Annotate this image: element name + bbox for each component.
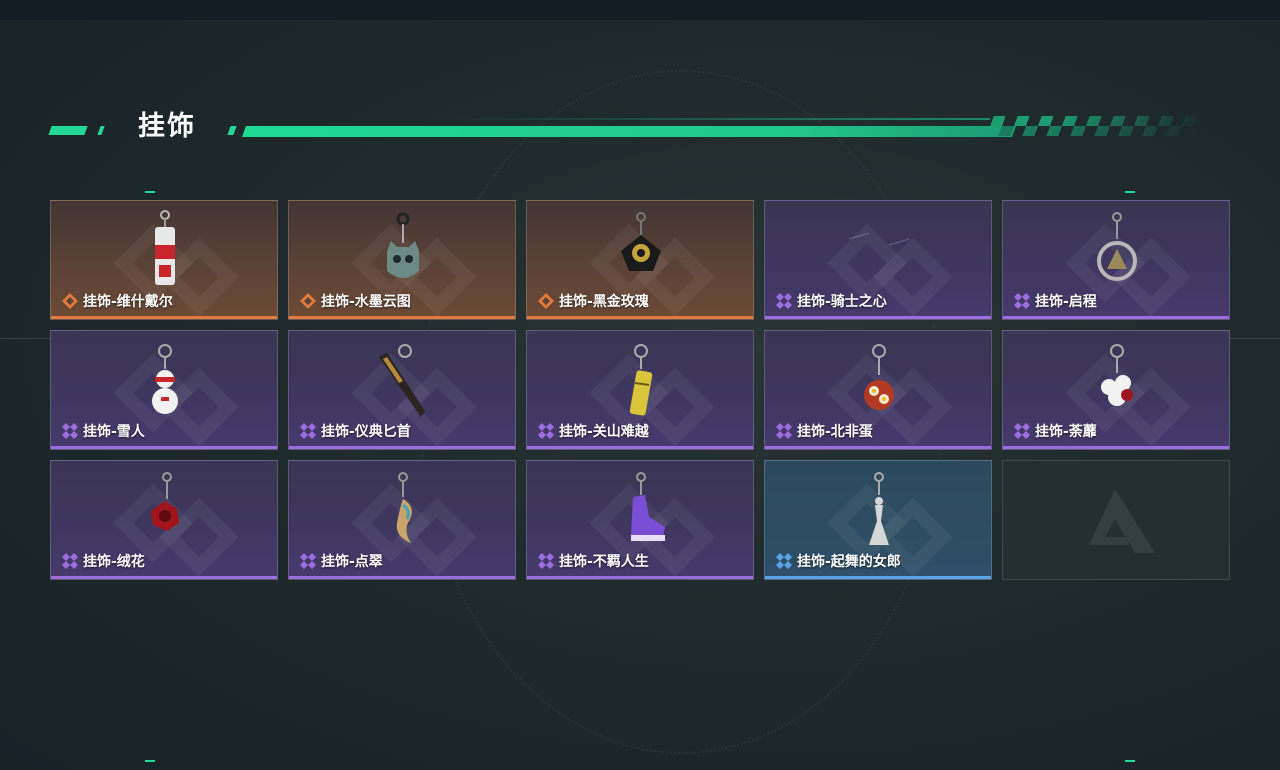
charm-label: 挂饰-关山难越 — [537, 421, 649, 441]
charm-name: 挂饰-起舞的女郎 — [797, 554, 901, 570]
charm-name: 挂饰-维什戴尔 — [83, 294, 173, 310]
header-accent — [48, 126, 88, 135]
corner-tick — [145, 760, 155, 762]
rarity-diamond-icon — [537, 422, 555, 440]
charm-card[interactable]: 挂饰-不羁人生 — [526, 460, 754, 580]
charm-name: 挂饰-启程 — [1035, 294, 1097, 310]
knight-heart-charm-icon — [849, 205, 909, 289]
rarity-diamond-icon — [61, 422, 79, 440]
charm-name: 挂饰-骑士之心 — [797, 294, 887, 310]
rarity-diamond-icon — [775, 422, 793, 440]
section-header: 挂饰 — [0, 110, 1280, 150]
charm-card[interactable]: 挂饰-起舞的女郎 — [764, 460, 992, 580]
charm-label: 挂饰-不羁人生 — [537, 551, 649, 571]
emblem-charm-icon — [1087, 205, 1147, 289]
rarity-diamond-icon — [1013, 292, 1031, 310]
charm-card[interactable]: 挂饰-启程 — [1002, 200, 1230, 320]
rarity-diamond-icon — [775, 552, 793, 570]
charm-card[interactable]: 挂饰-雪人 — [50, 330, 278, 450]
charm-label: 挂饰-水墨云图 — [299, 291, 411, 311]
charm-card[interactable]: 挂饰-北非蛋 — [764, 330, 992, 450]
charm-name: 挂饰-绒花 — [83, 554, 145, 570]
rarity-diamond-icon — [61, 552, 79, 570]
charm-label: 挂饰-荼蘼 — [1013, 421, 1097, 441]
empty-slot[interactable] — [1002, 460, 1230, 580]
header-line — [241, 126, 1017, 137]
canister-charm-icon — [611, 335, 671, 419]
rarity-diamond-icon — [537, 292, 555, 310]
rose-charm-icon — [611, 205, 671, 289]
velvet-flower-charm-icon — [135, 465, 195, 549]
charm-name: 挂饰-不羁人生 — [559, 554, 649, 570]
charm-label: 挂饰-雪人 — [61, 421, 145, 441]
charm-card[interactable]: 挂饰-黑金玫瑰 — [526, 200, 754, 320]
charm-name: 挂饰-仪典匕首 — [321, 424, 411, 440]
charm-card[interactable]: 挂饰-水墨云图 — [288, 200, 516, 320]
charm-label: 挂饰-起舞的女郎 — [775, 551, 901, 571]
header-accent — [97, 126, 105, 135]
charm-label: 挂饰-点翠 — [299, 551, 383, 571]
charm-label: 挂饰-骑士之心 — [775, 291, 887, 311]
charm-name: 挂饰-荼蘼 — [1035, 424, 1097, 440]
rarity-diamond-icon — [775, 292, 793, 310]
charm-label: 挂饰-启程 — [1013, 291, 1097, 311]
sneaker-charm-icon — [611, 465, 671, 549]
charm-label: 挂饰-仪典匕首 — [299, 421, 411, 441]
bottle-charm-icon — [135, 205, 195, 289]
charm-card[interactable]: 挂饰-维什戴尔 — [50, 200, 278, 320]
rarity-diamond-icon — [299, 422, 317, 440]
charm-card[interactable]: 挂饰-关山难越 — [526, 330, 754, 450]
section-title: 挂饰 — [138, 111, 196, 142]
charm-card[interactable]: 挂饰-骑士之心 — [764, 200, 992, 320]
rarity-diamond-icon — [299, 292, 317, 310]
charm-grid: 挂饰-维什戴尔 挂饰-水墨云图 挂饰-黑金玫瑰 挂饰-骑士之心 挂饰-启程 挂饰… — [50, 200, 1230, 580]
top-bar — [0, 0, 1280, 20]
rarity-diamond-icon — [61, 292, 79, 310]
divider-left — [0, 338, 50, 339]
corner-tick — [145, 191, 155, 193]
charm-name: 挂饰-雪人 — [83, 424, 145, 440]
charm-label: 挂饰-绒花 — [61, 551, 145, 571]
header-checker-pattern — [986, 116, 1204, 136]
charm-card[interactable]: 挂饰-仪典匕首 — [288, 330, 516, 450]
charm-name: 挂饰-黑金玫瑰 — [559, 294, 649, 310]
rarity-diamond-icon — [299, 552, 317, 570]
charm-card[interactable]: 挂饰-绒花 — [50, 460, 278, 580]
cat-charm-icon — [373, 205, 433, 289]
kingfisher-charm-icon — [373, 465, 433, 549]
rarity-diamond-icon — [1013, 422, 1031, 440]
dancer-charm-icon — [849, 465, 909, 549]
charm-card[interactable]: 挂饰-点翠 — [288, 460, 516, 580]
dagger-charm-icon — [373, 335, 433, 419]
header-thin-line — [440, 118, 990, 120]
flower-charm-icon — [1087, 335, 1147, 419]
charm-name: 挂饰-点翠 — [321, 554, 383, 570]
snowman-charm-icon — [135, 335, 195, 419]
charm-label: 挂饰-北非蛋 — [775, 421, 873, 441]
header-accent — [227, 126, 237, 135]
shakshuka-charm-icon — [849, 335, 909, 419]
charm-label: 挂饰-维什戴尔 — [61, 291, 173, 311]
charm-name: 挂饰-水墨云图 — [321, 294, 411, 310]
corner-tick — [1125, 191, 1135, 193]
corner-tick — [1125, 760, 1135, 762]
game-logo-icon — [1089, 489, 1155, 553]
charm-name: 挂饰-北非蛋 — [797, 424, 873, 440]
charm-name: 挂饰-关山难越 — [559, 424, 649, 440]
charm-card[interactable]: 挂饰-荼蘼 — [1002, 330, 1230, 450]
charm-label: 挂饰-黑金玫瑰 — [537, 291, 649, 311]
divider-right — [1230, 338, 1280, 339]
rarity-diamond-icon — [537, 552, 555, 570]
